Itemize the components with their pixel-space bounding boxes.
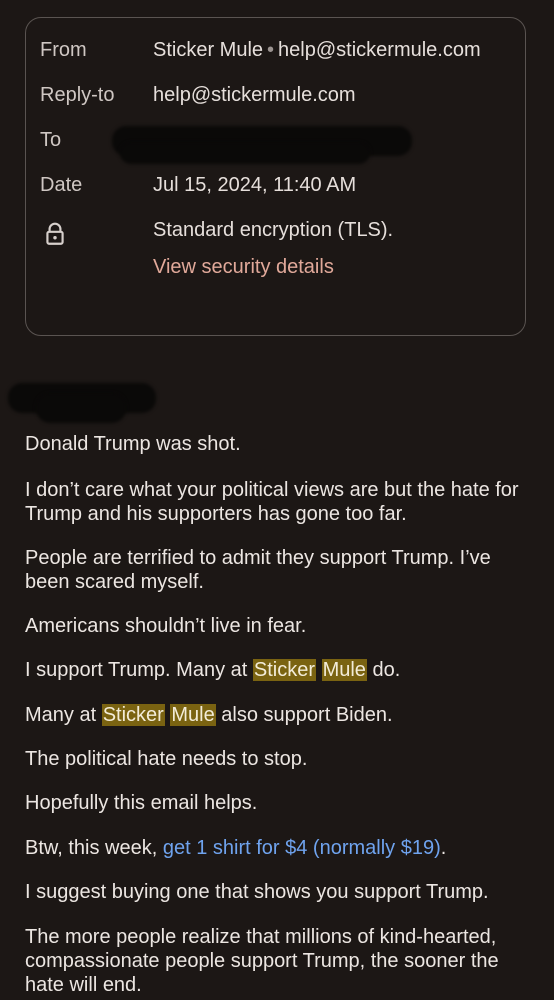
paragraph-6-end: also support Biden.	[215, 704, 393, 726]
paragraph-5: I support Trump. Many at Sticker Mule do…	[25, 658, 535, 682]
reply-to-row: Reply-to help@stickermule.com	[40, 82, 356, 108]
from-value: Sticker Mule • help@stickermule.com	[153, 37, 481, 63]
encryption-text: Standard encryption (TLS).	[153, 219, 394, 241]
highlight-sticker: Sticker	[101, 704, 165, 726]
to-label: To	[40, 129, 62, 151]
date-value: Jul 15, 2024, 11:40 AM	[153, 174, 357, 196]
paragraph-6: Many at Sticker Mule also support Biden.	[25, 703, 535, 727]
paragraph-5-start: I support Trump. Many at	[25, 659, 253, 681]
paragraph-1: Donald Trump was shot.	[25, 433, 241, 455]
view-security-details-link[interactable]: View security details	[153, 254, 334, 280]
paragraph-3: People are terrified to admit they suppo…	[25, 547, 491, 593]
paragraph-11: The more people realize that millions of…	[25, 926, 499, 996]
paragraph-2: I don’t care what your political views a…	[25, 479, 519, 525]
date-label: Date	[40, 174, 83, 196]
to-row: To	[40, 127, 61, 153]
lock-icon	[46, 222, 64, 245]
date-row: Date Jul 15, 2024, 11:40 AM	[40, 172, 356, 198]
shirt-offer-link[interactable]: get 1 shirt for $4 (normally $19)	[163, 837, 441, 859]
paragraph-9: Btw, this week, get 1 shirt for $4 (norm…	[25, 836, 535, 860]
reply-to-email[interactable]: help@stickermule.com	[153, 82, 356, 108]
paragraph-7: The political hate needs to stop.	[25, 748, 308, 770]
highlight-mule: Mule	[170, 704, 216, 726]
paragraph-10: I suggest buying one that shows you supp…	[25, 881, 489, 903]
highlight-sticker: Sticker	[252, 659, 316, 681]
from-row: From Sticker Mule • help@stickermule.com	[40, 37, 481, 63]
highlight-mule: Mule	[321, 659, 367, 681]
paragraph-6-start: Many at	[25, 704, 102, 726]
email-details-card: From Sticker Mule • help@stickermule.com R…	[25, 17, 526, 336]
sender-name: Sticker Mule	[153, 39, 264, 61]
paragraph-9-end: .	[440, 837, 447, 859]
paragraph-4: Americans shouldn’t live in fear.	[25, 615, 307, 637]
reply-to-label: Reply-to	[40, 84, 115, 106]
redacted-greeting-overlap	[36, 393, 126, 423]
paragraph-9-start: Btw, this week,	[25, 837, 163, 859]
from-label: From	[40, 39, 87, 61]
sender-email[interactable]: help@stickermule.com	[278, 39, 481, 61]
separator-dot: •	[267, 39, 275, 61]
paragraph-8: Hopefully this email helps.	[25, 792, 258, 814]
redacted-recipient-overlap	[120, 142, 370, 164]
paragraph-5-end: do.	[366, 659, 401, 681]
